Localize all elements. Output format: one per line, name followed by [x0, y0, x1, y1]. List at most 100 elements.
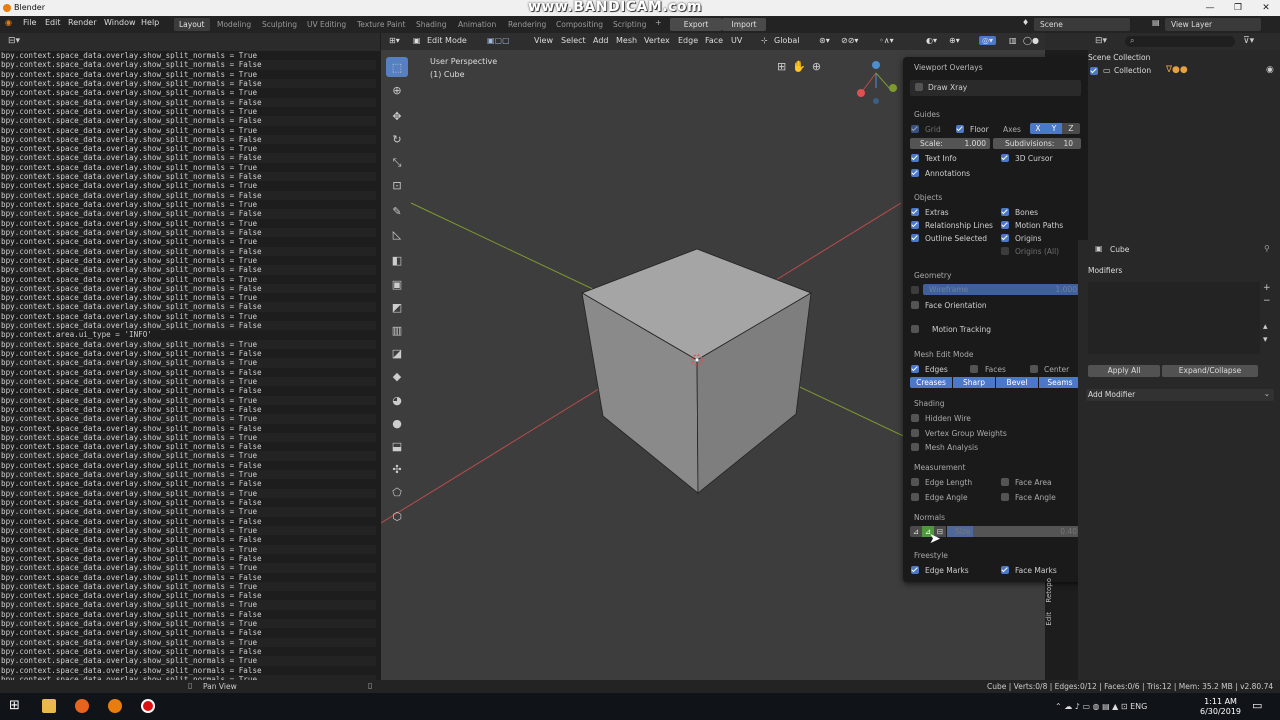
- info-log-line[interactable]: bpy.context.space_data.overlay.show_spli…: [1, 600, 376, 610]
- menu-select[interactable]: Select: [561, 36, 586, 45]
- tab-animation[interactable]: Animation: [453, 18, 501, 31]
- proportional-edit-icon[interactable]: ◦∧▾: [879, 36, 894, 45]
- gizmo-toggle-icon[interactable]: ⊕▾: [949, 36, 960, 45]
- motion-paths-checkbox[interactable]: [1001, 221, 1009, 229]
- orientation-selector[interactable]: Global: [774, 36, 800, 45]
- face-marks-checkbox[interactable]: [1001, 566, 1009, 574]
- wireframe-checkbox[interactable]: [911, 286, 919, 294]
- select-mode-icon[interactable]: ▣▢▢: [487, 36, 510, 45]
- hidden-wire-checkbox[interactable]: [911, 414, 919, 422]
- info-log-line[interactable]: bpy.context.space_data.overlay.show_spli…: [1, 358, 376, 368]
- outliner-search-input[interactable]: ⌕: [1125, 36, 1235, 47]
- menu-view[interactable]: View: [534, 36, 553, 45]
- blender-taskbar-icon[interactable]: [108, 699, 122, 713]
- scale-field[interactable]: Scale: 1.000: [910, 138, 990, 149]
- info-log-line[interactable]: bpy.context.space_data.overlay.show_spli…: [1, 265, 376, 275]
- info-log-line[interactable]: bpy.context.space_data.overlay.show_spli…: [1, 637, 376, 647]
- floor-checkbox[interactable]: [956, 125, 964, 133]
- menu-face[interactable]: Face: [705, 36, 723, 45]
- knife-icon[interactable]: ◪: [386, 344, 408, 364]
- language-indicator[interactable]: ENG: [1130, 702, 1147, 711]
- measure-icon[interactable]: ◺: [386, 225, 408, 245]
- info-log-line[interactable]: bpy.context.space_data.overlay.show_spli…: [1, 414, 376, 424]
- info-log-line[interactable]: bpy.context.space_data.overlay.show_spli…: [1, 246, 376, 256]
- vertex-group-weights-checkbox[interactable]: [911, 429, 919, 437]
- info-log-line[interactable]: bpy.context.space_data.overlay.show_spli…: [1, 51, 376, 60]
- info-log-line[interactable]: bpy.context.space_data.overlay.show_spli…: [1, 376, 376, 387]
- seams-toggle[interactable]: Seams: [1039, 377, 1081, 388]
- 3d-cursor-checkbox[interactable]: [1001, 154, 1009, 162]
- sidebar-tab-retopo[interactable]: Retopo: [1045, 578, 1055, 603]
- edge-marks-checkbox[interactable]: [911, 566, 919, 574]
- info-log-line[interactable]: bpy.context.space_data.overlay.show_spli…: [1, 451, 376, 461]
- bones-checkbox[interactable]: [1001, 208, 1009, 216]
- shear-icon[interactable]: ⬠: [386, 483, 408, 503]
- notifications-icon[interactable]: ▭: [1252, 699, 1262, 712]
- info-log-line[interactable]: bpy.context.space_data.overlay.show_spli…: [1, 126, 376, 135]
- info-log-line[interactable]: bpy.context.space_data.overlay.show_spli…: [1, 581, 376, 592]
- file-explorer-icon[interactable]: [42, 699, 56, 713]
- menu-render[interactable]: Render: [68, 18, 96, 27]
- info-log-line[interactable]: bpy.context.space_data.overlay.show_spli…: [1, 339, 376, 349]
- windows-start-icon[interactable]: ⊞: [9, 698, 20, 713]
- collection-checkbox[interactable]: [1090, 67, 1098, 75]
- menu-window[interactable]: Window: [104, 18, 136, 27]
- axis-y-toggle[interactable]: Y: [1046, 123, 1062, 134]
- info-log-line[interactable]: bpy.context.space_data.overlay.show_spli…: [1, 432, 376, 443]
- creases-toggle[interactable]: Creases: [910, 377, 952, 388]
- face-angle-checkbox[interactable]: [1001, 493, 1009, 501]
- origins-checkbox[interactable]: [1001, 234, 1009, 242]
- shading-solid-icon[interactable]: ◯●: [1023, 36, 1039, 45]
- info-log-line[interactable]: bpy.context.space_data.overlay.show_spli…: [1, 190, 376, 200]
- info-log-line[interactable]: bpy.context.space_data.overlay.show_spli…: [1, 517, 376, 526]
- collection-item[interactable]: Collection: [1114, 66, 1151, 75]
- vertex-normals-toggle[interactable]: ⊿: [910, 526, 922, 537]
- tab-texture-paint[interactable]: Texture Paint: [352, 18, 410, 31]
- info-log-line[interactable]: bpy.context.space_data.overlay.show_spli…: [1, 470, 376, 480]
- expand-collapse-button[interactable]: Expand/Collapse: [1162, 365, 1258, 377]
- info-log-line[interactable]: bpy.context.space_data.overlay.show_spli…: [1, 666, 376, 675]
- eye-icon[interactable]: ◉: [1266, 65, 1274, 75]
- info-log-line[interactable]: bpy.context.space_data.overlay.show_spli…: [1, 70, 376, 79]
- visibility-icon[interactable]: ◐▾: [926, 36, 937, 45]
- outline-selected-checkbox[interactable]: [911, 234, 919, 242]
- tab-rendering[interactable]: Rendering: [503, 18, 551, 31]
- rip-icon[interactable]: ⬡: [386, 506, 408, 526]
- edge-angle-checkbox[interactable]: [911, 493, 919, 501]
- draw-xray-checkbox[interactable]: [915, 83, 923, 91]
- inset-icon[interactable]: ▣: [386, 274, 408, 294]
- spin-icon[interactable]: ◕: [386, 390, 408, 410]
- origins-all-checkbox[interactable]: [1001, 247, 1009, 255]
- bandicam-icon[interactable]: [141, 699, 155, 713]
- info-log-line[interactable]: bpy.context.space_data.overlay.show_spli…: [1, 134, 376, 145]
- face-area-checkbox[interactable]: [1001, 478, 1009, 486]
- extras-checkbox[interactable]: [911, 208, 919, 216]
- info-log-line[interactable]: bpy.context.space_data.overlay.show_spli…: [1, 405, 376, 414]
- tab-scripting[interactable]: Scripting: [608, 18, 651, 31]
- info-log-line[interactable]: bpy.context.space_data.overlay.show_spli…: [1, 256, 376, 265]
- info-log-line[interactable]: bpy.context.area.ui_type = 'INFO': [1, 330, 376, 339]
- bevel-toggle[interactable]: Bevel: [996, 377, 1038, 388]
- tab-compositing[interactable]: Compositing: [551, 18, 608, 31]
- transform-icon[interactable]: ⊡: [386, 176, 408, 196]
- edge-length-checkbox[interactable]: [911, 478, 919, 486]
- info-log-line[interactable]: bpy.context.space_data.overlay.show_spli…: [1, 535, 376, 544]
- tab-sculpting[interactable]: Sculpting: [257, 18, 302, 31]
- minimize-button[interactable]: —: [1196, 0, 1224, 16]
- outliner-editor-icon[interactable]: ⊟▾: [1095, 36, 1107, 46]
- overlays-toggle-icon[interactable]: ◎▾: [979, 36, 996, 45]
- info-log-line[interactable]: bpy.context.space_data.overlay.show_spli…: [1, 647, 376, 656]
- filter-icon[interactable]: ⊽▾: [1243, 36, 1254, 46]
- info-log-line[interactable]: bpy.context.space_data.overlay.show_spli…: [1, 144, 376, 153]
- tab-shading[interactable]: Shading: [411, 18, 451, 31]
- axis-x-toggle[interactable]: X: [1030, 123, 1046, 134]
- mode-selector[interactable]: Edit Mode: [427, 36, 467, 45]
- info-log-line[interactable]: bpy.context.space_data.overlay.show_spli…: [1, 461, 376, 470]
- info-log-line[interactable]: bpy.context.space_data.overlay.show_spli…: [1, 386, 376, 395]
- axis-z-toggle[interactable]: Z: [1062, 123, 1080, 134]
- info-log-line[interactable]: bpy.context.space_data.overlay.show_spli…: [1, 200, 376, 209]
- info-log-line[interactable]: bpy.context.space_data.overlay.show_spli…: [1, 60, 376, 70]
- info-log-line[interactable]: bpy.context.space_data.overlay.show_spli…: [1, 293, 376, 302]
- import-button[interactable]: Import: [722, 18, 766, 31]
- info-log-line[interactable]: bpy.context.space_data.overlay.show_spli…: [1, 88, 376, 97]
